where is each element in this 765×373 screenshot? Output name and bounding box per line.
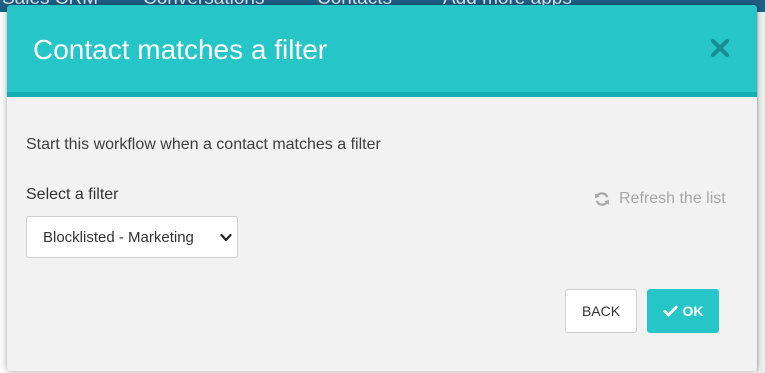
modal-header: Contact matches a filter (7, 5, 757, 97)
check-icon (662, 305, 678, 317)
refresh-list-label: Refresh the list (619, 190, 726, 207)
modal-title: Contact matches a filter (33, 34, 328, 65)
intro-text: Start this workflow when a contact match… (26, 136, 381, 153)
refresh-list-link[interactable]: Refresh the list (594, 188, 726, 210)
filter-label: Select a filter (26, 186, 119, 203)
filter-select-value: Blocklisted - Marketing (43, 229, 194, 246)
ok-button[interactable]: OK (647, 289, 719, 333)
ok-label: OK (682, 303, 704, 319)
chevron-down-icon (220, 233, 232, 242)
workflow-trigger-modal: Contact matches a filter Start this work… (7, 5, 757, 371)
back-button[interactable]: BACK (565, 289, 637, 333)
background-right-edge (757, 12, 765, 373)
filter-select[interactable]: Blocklisted - Marketing (26, 216, 238, 258)
refresh-icon (595, 192, 609, 206)
close-icon[interactable] (707, 35, 733, 61)
